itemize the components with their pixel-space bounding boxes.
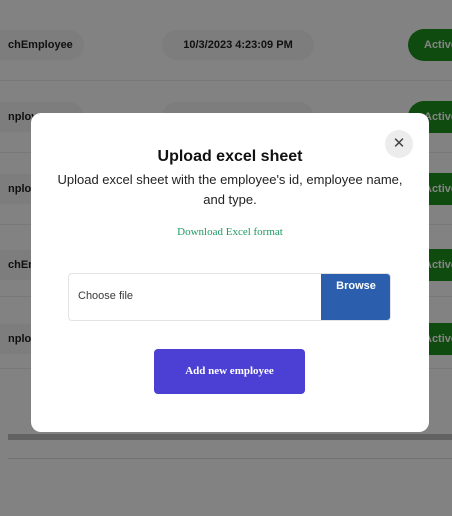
upload-excel-modal: ✕ Upload excel sheet Upload excel sheet … [31, 113, 429, 432]
modal-description: Upload excel sheet with the employee's i… [57, 172, 403, 207]
modal-title: Upload excel sheet [157, 148, 303, 165]
download-excel-format-link[interactable]: Download Excel format [31, 226, 429, 238]
file-input-placeholder: Choose file [78, 290, 134, 302]
browse-button[interactable]: Browse [321, 274, 390, 320]
add-new-employee-button[interactable]: Add new employee [154, 349, 305, 394]
file-input[interactable]: Choose file Browse [68, 273, 391, 321]
